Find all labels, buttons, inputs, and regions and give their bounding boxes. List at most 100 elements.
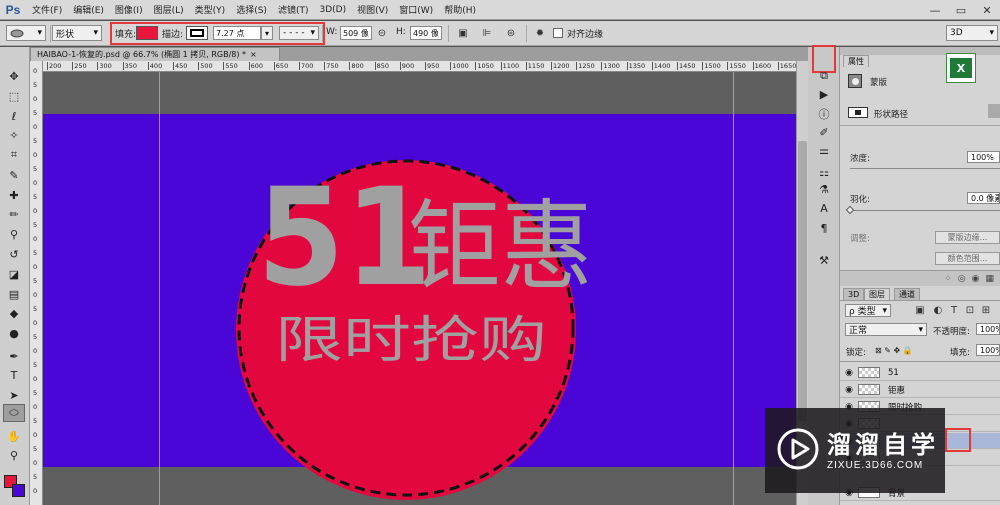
restore-button[interactable]: ▭ [948,0,974,20]
menu-file[interactable]: 文件(F) [32,3,62,16]
zoom-tool-icon[interactable]: ⚲ [3,446,25,464]
dodge-tool-icon[interactable]: ● [3,324,25,342]
menu-view[interactable]: 视图(V) [357,3,388,16]
filter-type-icon[interactable]: T [948,304,960,316]
tab-layers[interactable]: 图层 [864,288,890,300]
minimize-button[interactable]: — [922,0,948,20]
path-arrangement-icon[interactable]: ⊜ [503,25,519,41]
eye-icon[interactable]: ◉ [972,274,980,284]
shape-mode-select[interactable]: 形状 ▾ [52,25,102,41]
guide-line-right[interactable] [733,72,734,505]
gear-icon[interactable]: ✹ [532,25,548,41]
menu-layer[interactable]: 图层(L) [154,3,184,16]
fill-color-swatch[interactable] [136,26,158,40]
ellipse-tool-icon[interactable]: ⬭ [3,404,25,422]
menu-window[interactable]: 窗口(W) [399,3,433,16]
filter-shape-icon[interactable]: ⊡ [964,304,976,316]
fill-field[interactable]: 100% [976,344,1000,356]
scroll-thumb[interactable] [798,141,807,421]
menu-edit[interactable]: 编辑(E) [73,3,104,16]
layer-filter-select[interactable]: ρ 类型 ▾ [845,304,891,317]
link-icon[interactable]: ⊝ [375,26,389,40]
excel-icon[interactable]: X [946,53,976,83]
feather-slider[interactable] [850,210,1000,211]
eye-icon[interactable]: ◉ [840,368,858,378]
crop-tool-icon[interactable]: ⌗ [3,146,25,164]
stroke-width-dropdown[interactable]: ▾ [261,26,273,40]
gradient-tool-icon[interactable]: ▤ [3,285,25,303]
width-field[interactable]: 509 像 [340,26,372,40]
feather-field[interactable]: 0.0 像素 [967,192,1000,204]
workspace-select[interactable]: 3D ▾ [946,25,998,41]
artwork-subline-text[interactable]: 限时抢购 [275,311,547,369]
opacity-field[interactable]: 100% [976,323,1000,335]
marquee-tool-icon[interactable]: ⬚ [3,87,25,105]
color-range-button[interactable]: 颜色范围... [935,252,1000,265]
filter-smart-icon[interactable]: ⊞ [980,304,992,316]
tab-3d[interactable]: 3D [843,288,865,300]
brush-tool-icon[interactable]: ✏ [3,205,25,223]
path-selection-tool-icon[interactable]: ➤ [3,386,25,404]
delete-icon[interactable]: ▦ [985,274,994,284]
brush-panel-icon[interactable]: ✐ [813,123,835,141]
tab-channels[interactable]: 通道 [894,288,920,300]
apply-mask-icon[interactable] [988,104,1000,118]
tool-presets-icon[interactable]: ⚏ [813,163,835,181]
hand-tool-icon[interactable]: ✋ [3,427,25,445]
mask-edge-button[interactable]: 蒙版边缘... [935,231,1000,244]
background-color[interactable] [12,484,25,497]
view-icon[interactable]: ◎ [958,274,966,284]
filter-pixel-icon[interactable]: ▣ [914,304,926,316]
stroke-style-select[interactable]: - - - - ▾ [279,26,319,40]
menu-select[interactable]: 选择(S) [236,3,267,16]
healing-brush-tool-icon[interactable]: ✚ [3,186,25,204]
canvas-area[interactable]: 51 钜惠 限时抢购 [43,72,796,505]
layer-row[interactable]: ◉ 钜惠 [840,382,1000,398]
selection-icon[interactable]: ⁘ [944,274,952,284]
menu-3d[interactable]: 3D(D) [319,5,346,15]
history-panel-icon[interactable]: ⧉ [813,67,835,85]
path-alignment-icon[interactable]: ⊫ [479,25,495,41]
menu-filter[interactable]: 滤镜(T) [278,3,309,16]
artwork-number-text[interactable]: 51 [257,159,432,316]
blur-tool-icon[interactable]: ◆ [3,304,25,322]
tab-properties[interactable]: 属性 [843,55,869,67]
history-brush-tool-icon[interactable]: ↺ [3,245,25,263]
character-panel-icon[interactable]: A [813,199,835,217]
type-tool-icon[interactable]: T [3,366,25,384]
eyedropper-tool-icon[interactable]: ✎ [3,166,25,184]
brush-presets-icon[interactable]: ⚌ [813,141,835,159]
artwork-headline-text[interactable]: 钜惠 [408,190,593,304]
menu-type[interactable]: 类型(Y) [195,3,226,16]
document-tab[interactable]: HAIBAO-1-恢复的.psd @ 66.7% (椭圆 1 拷贝, RGB/8… [30,47,280,61]
stroke-color-swatch[interactable] [186,26,208,40]
align-edges-checkbox[interactable] [553,28,563,38]
guide-line-left[interactable] [159,72,160,505]
tab-close-icon[interactable]: × [250,50,257,59]
menu-help[interactable]: 帮助(H) [444,3,476,16]
paragraph-panel-icon[interactable]: ¶ [813,219,835,237]
actions-panel-icon[interactable]: ▶ [813,85,835,103]
pen-tool-icon[interactable]: ✒ [3,347,25,365]
clone-stamp-tool-icon[interactable]: ⚲ [3,225,25,243]
move-tool-icon[interactable]: ✥ [3,67,25,85]
path-operations-icon[interactable]: ▣ [455,25,471,41]
layer-row[interactable]: ◉ 51 [840,365,1000,381]
clone-source-icon[interactable]: ⚗ [813,180,835,198]
height-field[interactable]: 490 像 [410,26,442,40]
blend-mode-select[interactable]: 正常 ▾ [845,323,927,336]
tool-preset-picker[interactable]: ▾ [6,25,46,41]
eye-icon[interactable]: ◉ [840,385,858,395]
lasso-tool-icon[interactable]: ℓ [3,107,25,125]
tools-options-icon[interactable]: ⚒ [813,251,835,269]
info-panel-icon[interactable]: ⓘ [813,105,835,123]
eraser-tool-icon[interactable]: ◪ [3,265,25,283]
menu-image[interactable]: 图像(I) [115,3,143,16]
feather-slider-handle[interactable] [845,205,855,215]
lock-icons[interactable]: ⊠ ✎ ✥ 🔒 [875,346,913,355]
density-slider[interactable] [850,168,1000,169]
stroke-width-field[interactable]: 7.27 点 [213,26,261,40]
density-field[interactable]: 100% [967,151,1000,163]
filter-adjustment-icon[interactable]: ◐ [932,304,944,316]
close-button[interactable]: ✕ [974,0,1000,20]
